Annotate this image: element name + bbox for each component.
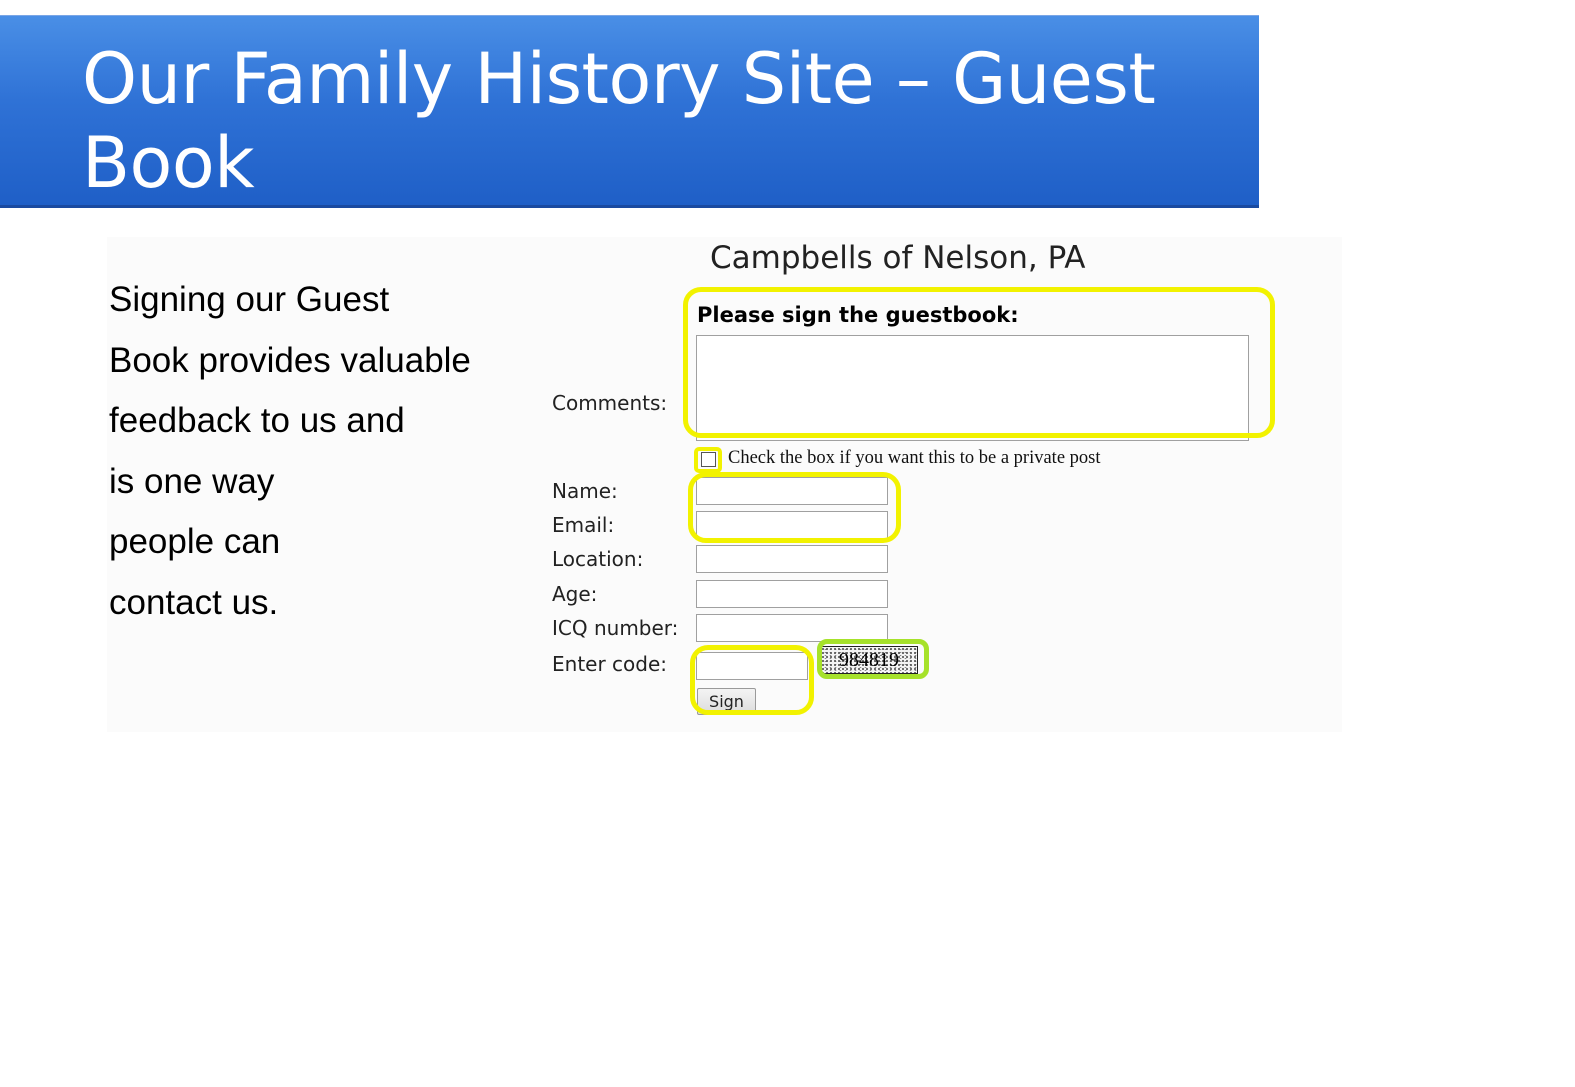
body-line: feedback to us and bbox=[109, 401, 405, 440]
location-field[interactable] bbox=[696, 545, 888, 573]
code-sign-highlight bbox=[690, 645, 814, 715]
body-line: contact us. bbox=[109, 582, 279, 622]
slide-title: Our Family History Site – Guest Book bbox=[82, 38, 1156, 204]
title-banner: Our Family History Site – Guest Book bbox=[0, 15, 1259, 208]
location-label: Location: bbox=[552, 547, 644, 571]
icq-field[interactable] bbox=[696, 614, 888, 642]
icq-label: ICQ number: bbox=[552, 616, 679, 640]
name-email-highlight bbox=[688, 472, 901, 543]
comments-highlight bbox=[683, 287, 1275, 438]
slide-body: Signing our Guest Book provides valuable… bbox=[109, 270, 494, 633]
body-line: is one way bbox=[109, 461, 275, 501]
code-label: Enter code: bbox=[552, 652, 668, 676]
age-field[interactable] bbox=[696, 580, 888, 608]
email-label: Email: bbox=[552, 513, 615, 537]
age-label: Age: bbox=[552, 582, 598, 606]
captcha-highlight bbox=[817, 639, 929, 679]
body-line: people can bbox=[109, 522, 281, 561]
body-line: Book provides valuable bbox=[109, 340, 471, 380]
comments-label: Comments: bbox=[552, 391, 668, 415]
body-line: Signing our Guest bbox=[109, 280, 390, 319]
name-label: Name: bbox=[552, 479, 618, 503]
checkbox-highlight bbox=[694, 447, 722, 473]
private-post-label: Check the box if you want this to be a p… bbox=[728, 448, 1101, 468]
site-title: Campbells of Nelson, PA bbox=[710, 240, 1086, 276]
